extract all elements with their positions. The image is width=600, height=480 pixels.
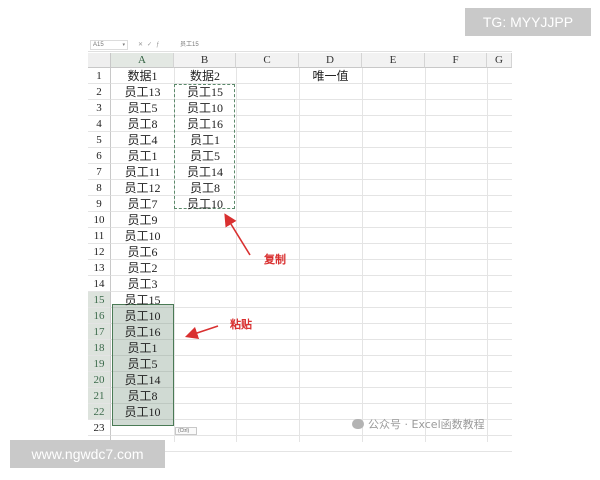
annotation-arrows bbox=[184, 213, 251, 340]
wechat-watermark-text: 公众号 · Excel函数教程 bbox=[368, 418, 485, 431]
copy-annotation: 复制 bbox=[264, 253, 286, 266]
wechat-watermark: 公众号 · Excel函数教程 bbox=[352, 416, 485, 432]
paste-arrow-icon bbox=[184, 325, 219, 340]
wechat-icon bbox=[352, 419, 364, 429]
paste-annotation: 粘贴 bbox=[230, 318, 252, 331]
tg-watermark: TG: MYYJJPP bbox=[465, 8, 591, 36]
copy-arrow-icon bbox=[224, 213, 251, 256]
site-watermark: www.ngwdc7.com bbox=[10, 440, 165, 468]
